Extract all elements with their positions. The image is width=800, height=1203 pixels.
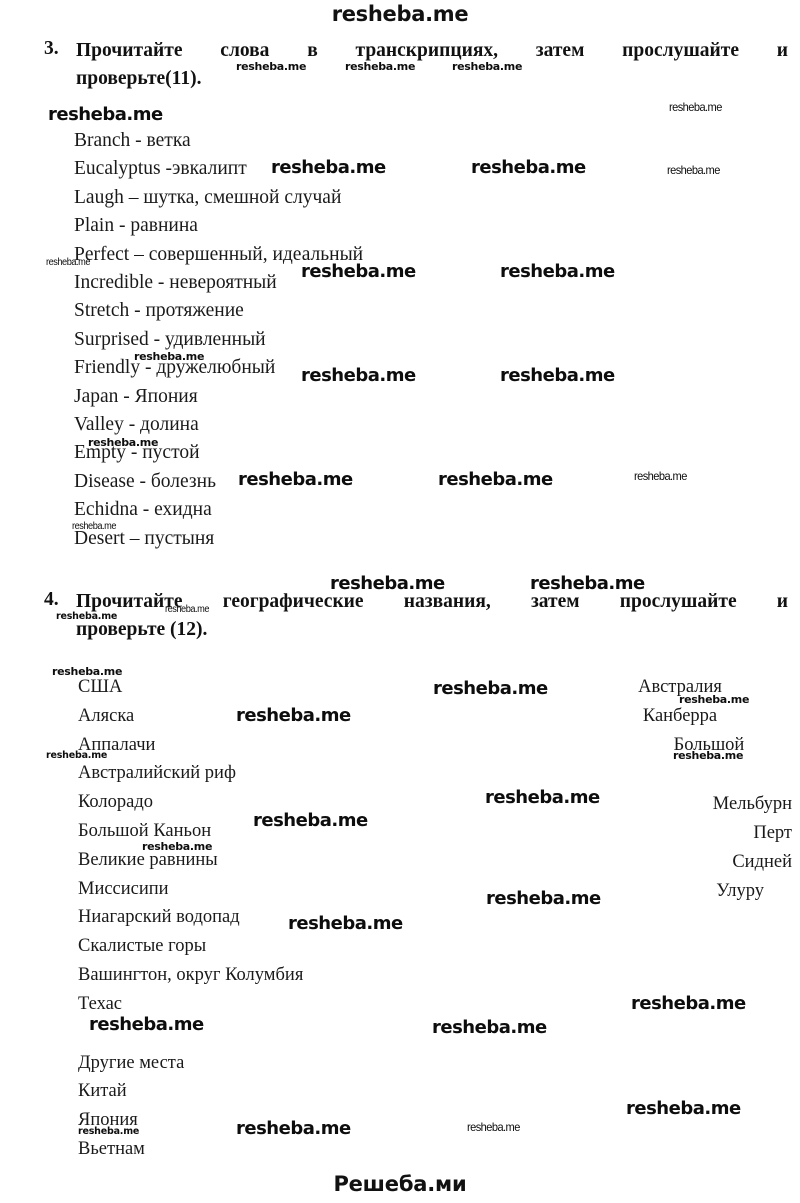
watermark: resheba.me <box>271 157 386 178</box>
exercise-4-word-2: названия, <box>403 591 491 612</box>
geo-name-item: Канберра <box>642 705 718 726</box>
geo-name-item: Китай <box>78 1081 127 1102</box>
geo-name-item: Великие равнины <box>78 849 218 870</box>
document-page: resheba.me 3. Прочитайте слова в транскр… <box>0 0 800 1203</box>
geo-name-item: Аппалачи <box>78 734 156 755</box>
watermark: resheba.me <box>165 604 209 615</box>
watermark: resheba.me <box>467 1120 520 1134</box>
exercise-4-word-5: и <box>776 591 789 612</box>
exercise-3-word-6: и <box>776 40 789 61</box>
watermark: resheba.me <box>438 469 553 490</box>
word-list-item: Desert – пустыня <box>74 527 215 549</box>
watermark: resheba.me <box>345 60 416 73</box>
exercise-3-word-5: прослушайте <box>622 40 739 61</box>
watermark: resheba.me <box>634 469 687 483</box>
exercise-3-number: 3. <box>44 38 59 59</box>
word-list-item: Echidna - ехидна <box>74 499 212 521</box>
watermark: resheba.me <box>134 350 205 363</box>
exercise-4-word-1: географические <box>222 591 364 612</box>
geo-name-item: Вьетнам <box>78 1138 145 1159</box>
watermark: resheba.me <box>433 678 548 699</box>
word-list-item: Branch - ветка <box>74 130 191 151</box>
watermark: resheba.me <box>78 1126 140 1137</box>
geo-name-item: Скалистые горы <box>78 936 207 957</box>
word-list-item: Incredible - невероятный <box>74 272 277 294</box>
exercise-3-line-2: проверьте(11). <box>76 68 202 90</box>
watermark: resheba.me <box>471 157 586 178</box>
exercise-4-word-3: затем <box>530 591 580 612</box>
watermark: resheba.me <box>56 611 118 622</box>
watermark: resheba.me <box>236 1118 351 1139</box>
geo-name-item: Другие места <box>78 1052 185 1073</box>
word-list-item: Laugh – шутка, смешной случай <box>74 186 342 208</box>
geo-name-item: Перт <box>753 823 792 844</box>
exercise-3-word-1: слова <box>220 40 270 61</box>
watermark: resheba.me <box>669 100 722 114</box>
exercise-4-number: 4. <box>44 589 59 610</box>
exercise-3-word-4: затем <box>535 40 585 61</box>
watermark: resheba.me <box>673 749 744 762</box>
exercise-3-text: Прочитайте слова в транскрипциях, затем … <box>76 38 788 94</box>
watermark: resheba.me <box>46 257 90 268</box>
watermark: resheba.me <box>253 810 368 831</box>
geo-name-item: США <box>78 677 123 697</box>
watermark: resheba.me <box>142 840 213 853</box>
geo-name-item: Сидней <box>732 851 792 872</box>
watermark: resheba.me <box>530 573 645 594</box>
word-list-item: Plain - равнина <box>74 215 198 237</box>
watermark: resheba.me <box>330 573 445 594</box>
word-list-item: Perfect – совершенный, идеальный <box>74 243 364 265</box>
geo-name-item: Австралийский риф <box>78 763 236 784</box>
watermark: resheba.me <box>301 261 416 282</box>
watermark: resheba.me <box>486 888 601 909</box>
watermark: resheba.me <box>626 1098 741 1119</box>
watermark: resheba.me <box>238 469 353 490</box>
exercise-3-word-0: Прочитайте <box>76 40 183 61</box>
exercise-3-heading: 3. Прочитайте слова в транскрипциях, зат… <box>44 38 788 94</box>
exercise-3-word-2: в <box>307 40 318 61</box>
watermark: resheba.me <box>631 993 746 1014</box>
watermark: resheba.me <box>432 1017 547 1038</box>
site-footer-text: Решеба.ми <box>333 1172 467 1196</box>
watermark: resheba.me <box>500 365 615 386</box>
exercise-3-word-3: транскрипциях, <box>355 40 499 61</box>
watermark: resheba.me <box>679 693 750 706</box>
watermark: resheba.me <box>288 913 403 934</box>
word-list-item: Stretch - протяжение <box>74 300 244 322</box>
exercise-3-line-1: Прочитайте слова в транскрипциях, затем … <box>76 38 788 64</box>
exercise-4-text: Прочитайте географические названия, зате… <box>76 589 788 645</box>
watermark: resheba.me <box>52 665 123 678</box>
site-header-watermark: resheba.me <box>331 2 469 26</box>
watermark: resheba.me <box>88 436 159 449</box>
watermark: resheba.me <box>48 104 163 125</box>
watermark: resheba.me <box>89 1014 204 1035</box>
watermark: resheba.me <box>236 705 351 726</box>
watermark: resheba.me <box>46 750 108 761</box>
exercise-4-line-2: проверьте (12). <box>76 619 208 641</box>
watermark: resheba.me <box>485 787 600 808</box>
watermark: resheba.me <box>500 261 615 282</box>
word-list-item: Japan - Япония <box>74 385 198 407</box>
watermark: resheba.me <box>72 521 116 532</box>
geo-name-item: Миссисипи <box>78 878 169 899</box>
exercise-4-heading: 4. Прочитайте географические названия, з… <box>44 589 788 645</box>
watermark: resheba.me <box>236 60 307 73</box>
watermark: resheba.me <box>667 163 720 177</box>
exercise-4-word-4: прослушайте <box>619 591 737 612</box>
watermark: resheba.me <box>301 365 416 386</box>
geo-name-item: Вашингтон, округ Колумбия <box>78 964 304 985</box>
watermark: resheba.me <box>452 60 523 73</box>
